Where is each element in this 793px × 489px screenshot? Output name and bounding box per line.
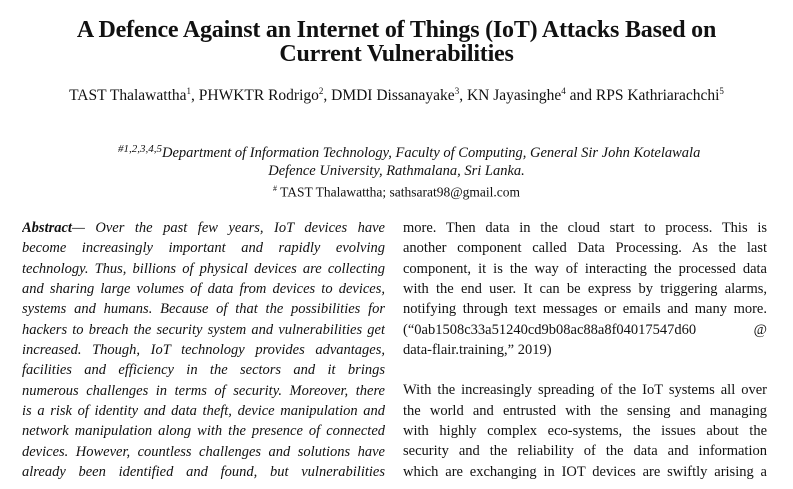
body-line: security and the reliability of the data… xyxy=(403,443,767,460)
abstract-line: and sharing large volumes of data from d… xyxy=(22,281,385,298)
abstract-line: numerous challenges in terms of security… xyxy=(22,382,385,399)
author-name: PHWKTR Rodrigo xyxy=(198,87,319,105)
abstract-line: hackers to breach the security system an… xyxy=(22,321,385,338)
body-line: which are exchanging in IOT devices are … xyxy=(403,463,767,480)
affiliation-marker: #1,2,3,4,5 xyxy=(118,143,162,155)
body-line: another component called Data Processing… xyxy=(403,240,767,257)
author-separator: , xyxy=(459,87,467,105)
abstract-line: increased. Though, IoT technology provid… xyxy=(22,342,385,359)
author-list: TAST Thalawattha1, PHWKTR Rodrigo2, DMDI… xyxy=(0,86,793,105)
author-name: TAST Thalawattha xyxy=(69,87,187,105)
author-separator: , xyxy=(323,87,332,105)
affiliation-department: Department of Information Technology, Fa… xyxy=(162,145,701,161)
paper-title: A Defence Against an Internet of Things … xyxy=(0,18,793,66)
abstract-line: is a risk of identity and data theft, de… xyxy=(22,403,385,420)
author-name: DMDI Dissanayake xyxy=(331,87,455,105)
paper-title-line: Current Vulnerabilities xyxy=(279,41,514,67)
abstract-column: Abstract— Over the past few years, IoT d… xyxy=(22,218,385,482)
abstract-text: — Over the past few years, IoT devices h… xyxy=(71,220,385,236)
body-line: (“0ab1508c33a51240cd9b08ac88a8f04017547d… xyxy=(403,321,767,338)
body-line: data-flair.training,” 2019) xyxy=(403,342,552,359)
affiliation-institution: Defence University, Rathmalana, Sri Lank… xyxy=(268,163,525,179)
body-line: notifying through text messages or email… xyxy=(403,301,767,318)
body-line: component, it is the way of interacting … xyxy=(403,260,767,277)
paper-title-line: A Defence Against an Internet of Things … xyxy=(76,17,717,43)
affiliation-line: #1,2,3,4,5Department of Information Tech… xyxy=(118,140,700,163)
abstract-line: Abstract— Over the past few years, IoT d… xyxy=(22,218,385,238)
abstract-line: facilities and efficiency in the sectors… xyxy=(22,362,385,379)
body-line: with the end user. It can be express by … xyxy=(403,281,767,298)
author-separator: , xyxy=(191,87,199,105)
abstract-line: become increasingly important and rapidl… xyxy=(22,240,385,257)
corresponding-author: # TAST Thalawattha; sathsarat98@gmail.co… xyxy=(0,184,793,201)
author-separator: and xyxy=(565,87,596,105)
abstract-line: devices. However, countless challenges a… xyxy=(22,443,385,460)
abstract-line: already been identified and found, but v… xyxy=(22,464,385,481)
body-line: with highly complex eco-systems, the iss… xyxy=(403,423,767,440)
abstract-line: technology. Thus, billions of physical d… xyxy=(22,260,385,277)
body-line: With the increasingly spreading of the I… xyxy=(403,382,767,399)
body-line: more. Then data in the cloud start to pr… xyxy=(403,220,767,236)
abstract-line: network manipulation along with the pres… xyxy=(22,423,385,440)
body-column: more. Then data in the cloud start to pr… xyxy=(403,218,767,482)
body-line: the world and entrusted with the sensing… xyxy=(403,402,767,419)
abstract-heading: Abstract xyxy=(22,220,72,236)
author-affiliation-number: 5 xyxy=(719,86,724,96)
author-name: RPS Kathriarachchi xyxy=(595,87,720,105)
author-name: KN Jayasinghe xyxy=(466,87,562,105)
abstract-line: systems and humans. Because of that the … xyxy=(22,301,385,318)
corresponding-contact: TAST Thalawattha; sathsarat98@gmail.com xyxy=(276,184,521,200)
